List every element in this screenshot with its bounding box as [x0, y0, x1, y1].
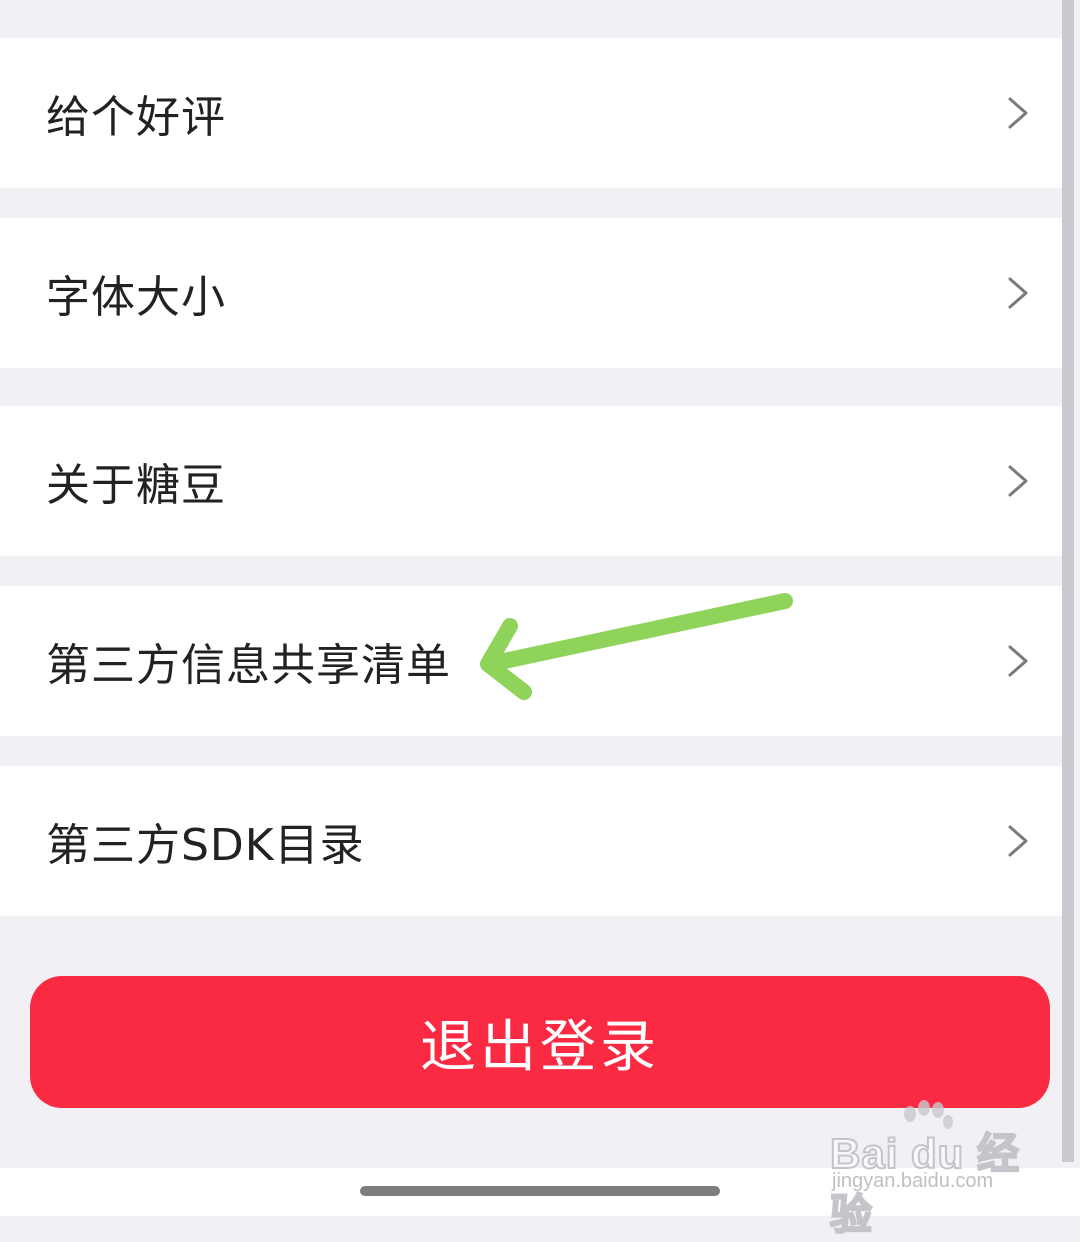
logout-button[interactable]: 退出登录 — [30, 976, 1050, 1108]
chevron-right-icon — [1008, 97, 1028, 129]
menu-item-font-size[interactable]: 字体大小 — [0, 218, 1062, 368]
chevron-right-icon — [1008, 465, 1028, 497]
home-indicator[interactable] — [360, 1186, 720, 1196]
chevron-right-icon — [1008, 825, 1028, 857]
menu-item-third-party-info-sharing[interactable]: 第三方信息共享清单 — [0, 586, 1062, 736]
menu-item-about[interactable]: 关于糖豆 — [0, 406, 1062, 556]
scrollbar[interactable] — [1062, 0, 1074, 1162]
chevron-right-icon — [1008, 277, 1028, 309]
menu-item-label: 第三方信息共享清单 — [46, 640, 451, 691]
menu-item-third-party-sdk-list[interactable]: 第三方SDK目录 — [0, 766, 1062, 916]
menu-item-label: 字体大小 — [46, 272, 226, 323]
menu-item-label: 关于糖豆 — [46, 460, 226, 511]
menu-item-label: 第三方SDK目录 — [46, 820, 365, 871]
logout-label: 退出登录 — [420, 1014, 660, 1078]
chevron-right-icon — [1008, 645, 1028, 677]
menu-item-label: 给个好评 — [46, 92, 226, 143]
menu-item-rate-app[interactable]: 给个好评 — [0, 38, 1062, 188]
